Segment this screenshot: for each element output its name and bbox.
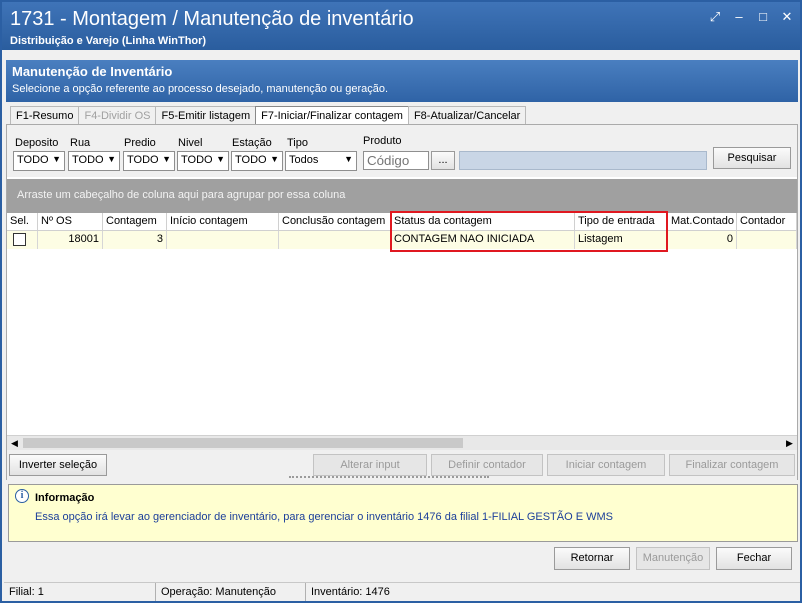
rua-label: Rua bbox=[70, 137, 91, 149]
info-panel: i Informação Essa opção irá levar ao ger… bbox=[8, 484, 798, 542]
invert-selection-button[interactable]: Inverter seleção bbox=[9, 454, 107, 476]
window-controls: ⤢ – □ ✕ bbox=[708, 10, 794, 24]
scrollbar-thumb[interactable] bbox=[23, 438, 463, 448]
estacao-label: Estação bbox=[232, 137, 272, 149]
finalizar-contagem-button[interactable]: Finalizar contagem bbox=[669, 454, 795, 476]
window-title: 1731 - Montagem / Manutenção de inventár… bbox=[10, 8, 414, 30]
tab-resumo[interactable]: F1-Resumo bbox=[10, 106, 80, 125]
rua-select[interactable]: TODO ▼ bbox=[68, 151, 120, 171]
fechar-button[interactable]: Fechar bbox=[716, 547, 792, 570]
cell-contagem: 3 bbox=[103, 231, 167, 249]
maximize-icon[interactable]: □ bbox=[756, 10, 770, 24]
deposito-label: Deposito bbox=[15, 137, 59, 149]
iniciar-contagem-button[interactable]: Iniciar contagem bbox=[547, 454, 665, 476]
cell-contador bbox=[737, 231, 797, 249]
close-icon[interactable]: ✕ bbox=[780, 10, 794, 24]
deposito-select[interactable]: TODO ▼ bbox=[13, 151, 65, 171]
column-header-conclusao[interactable]: Conclusão contagem bbox=[279, 213, 391, 231]
group-by-bar[interactable]: Arraste um cabeçalho de coluna aqui para… bbox=[7, 179, 797, 213]
cell-inicio bbox=[167, 231, 279, 249]
column-header-mat-contado[interactable]: Mat.Contado bbox=[668, 213, 737, 231]
filter-bar: Deposito TODO ▼ Rua TODO ▼ Predio TODO ▼ Ni… bbox=[7, 125, 797, 177]
status-inventario: Inventário: 1476 bbox=[311, 586, 390, 598]
definir-contador-button[interactable]: Definir contador bbox=[431, 454, 543, 476]
tab-emitir-listagem[interactable]: F5-Emitir listagem bbox=[155, 106, 257, 125]
produto-code-input[interactable] bbox=[363, 151, 429, 170]
chevron-down-icon: ▼ bbox=[107, 154, 116, 164]
chevron-down-icon: ▼ bbox=[52, 154, 61, 164]
title-bar: 1731 - Montagem / Manutenção de inventár… bbox=[2, 2, 800, 50]
predio-select[interactable]: TODO ▼ bbox=[123, 151, 175, 171]
predio-value: TODO bbox=[127, 154, 159, 166]
footer-buttons: Retornar Manutenção Fechar bbox=[6, 543, 798, 579]
window-subtitle: Distribuição e Varejo (Linha WinThor) bbox=[10, 35, 207, 47]
status-bar: Filial: 1 Operação: Manutenção Inventári… bbox=[4, 582, 800, 601]
produto-label: Produto bbox=[363, 135, 402, 147]
column-header-contagem[interactable]: Contagem bbox=[103, 213, 167, 231]
grid-actions-bar: Inverter seleção Alterar input Definir c… bbox=[7, 450, 797, 480]
column-header-sel[interactable]: Sel. bbox=[7, 213, 38, 231]
retornar-button[interactable]: Retornar bbox=[554, 547, 630, 570]
status-operacao: Operação: Manutenção bbox=[156, 583, 306, 601]
estacao-select[interactable]: TODO ▼ bbox=[231, 151, 283, 171]
cell-os: 18001 bbox=[38, 231, 103, 249]
info-icon: i bbox=[15, 489, 29, 503]
produto-description-field bbox=[459, 151, 707, 170]
deposito-value: TODO bbox=[17, 154, 49, 166]
tab-iniciar-finalizar[interactable]: F7-Iniciar/Finalizar contagem bbox=[255, 106, 409, 126]
restore-icon[interactable]: ⤢ bbox=[708, 10, 722, 24]
nivel-select[interactable]: TODO ▼ bbox=[177, 151, 229, 171]
predio-label: Predio bbox=[124, 137, 156, 149]
table-row-select-cell[interactable] bbox=[7, 231, 38, 249]
section-subtitle: Selecione a opção referente ao processo … bbox=[12, 83, 389, 95]
app-window: 1731 - Montagem / Manutenção de inventár… bbox=[0, 0, 802, 603]
chevron-down-icon: ▼ bbox=[344, 154, 353, 164]
nivel-label: Nivel bbox=[178, 137, 203, 149]
tipo-select[interactable]: Todos ▼ bbox=[285, 151, 357, 171]
horizontal-scrollbar[interactable]: ◀ ▶ bbox=[7, 435, 797, 450]
produto-lookup-button[interactable]: ... bbox=[431, 151, 455, 170]
tab-dividir-os: F4-Dividir OS bbox=[78, 106, 157, 125]
chevron-down-icon: ▼ bbox=[162, 154, 171, 164]
column-header-os[interactable]: Nº OS bbox=[38, 213, 103, 231]
row-checkbox[interactable] bbox=[13, 233, 26, 246]
rua-value: TODO bbox=[72, 154, 104, 166]
splitter-grip[interactable] bbox=[289, 476, 489, 479]
scroll-left-icon[interactable]: ◀ bbox=[7, 436, 22, 450]
tipo-value: Todos bbox=[289, 154, 319, 166]
alterar-input-button[interactable]: Alterar input bbox=[313, 454, 427, 476]
status-filial: Filial: 1 bbox=[4, 583, 156, 601]
column-header-inicio[interactable]: Início contagem bbox=[167, 213, 279, 231]
chevron-down-icon: ▼ bbox=[216, 154, 225, 164]
tab-panel: Deposito TODO ▼ Rua TODO ▼ Predio TODO ▼ Ni… bbox=[6, 124, 798, 480]
scroll-right-icon[interactable]: ▶ bbox=[782, 436, 797, 450]
estacao-value: TODO bbox=[235, 154, 267, 166]
cell-conclusao bbox=[279, 231, 391, 249]
column-header-contador[interactable]: Contador bbox=[737, 213, 797, 231]
cell-mat-contado: 0 bbox=[668, 231, 737, 249]
tipo-label: Tipo bbox=[287, 137, 308, 149]
chevron-down-icon: ▼ bbox=[270, 154, 279, 164]
section-header: Manutenção de Inventário Selecione a opç… bbox=[6, 60, 798, 102]
highlight-annotation-box bbox=[390, 211, 668, 252]
section-title: Manutenção de Inventário bbox=[12, 64, 173, 79]
results-grid: Sel. Nº OS Contagem Início contagem Conc… bbox=[7, 211, 797, 435]
search-button[interactable]: Pesquisar bbox=[713, 147, 791, 169]
manutencao-button[interactable]: Manutenção bbox=[636, 547, 710, 570]
nivel-value: TODO bbox=[181, 154, 213, 166]
tab-atualizar-cancelar[interactable]: F8-Atualizar/Cancelar bbox=[407, 106, 527, 125]
info-message: Essa opção irá levar ao gerenciador de i… bbox=[35, 511, 613, 523]
minimize-icon[interactable]: – bbox=[732, 10, 746, 24]
tab-strip: F1-Resumo F4-Dividir OS F5-Emitir listag… bbox=[10, 106, 527, 126]
info-title: Informação bbox=[35, 492, 95, 504]
